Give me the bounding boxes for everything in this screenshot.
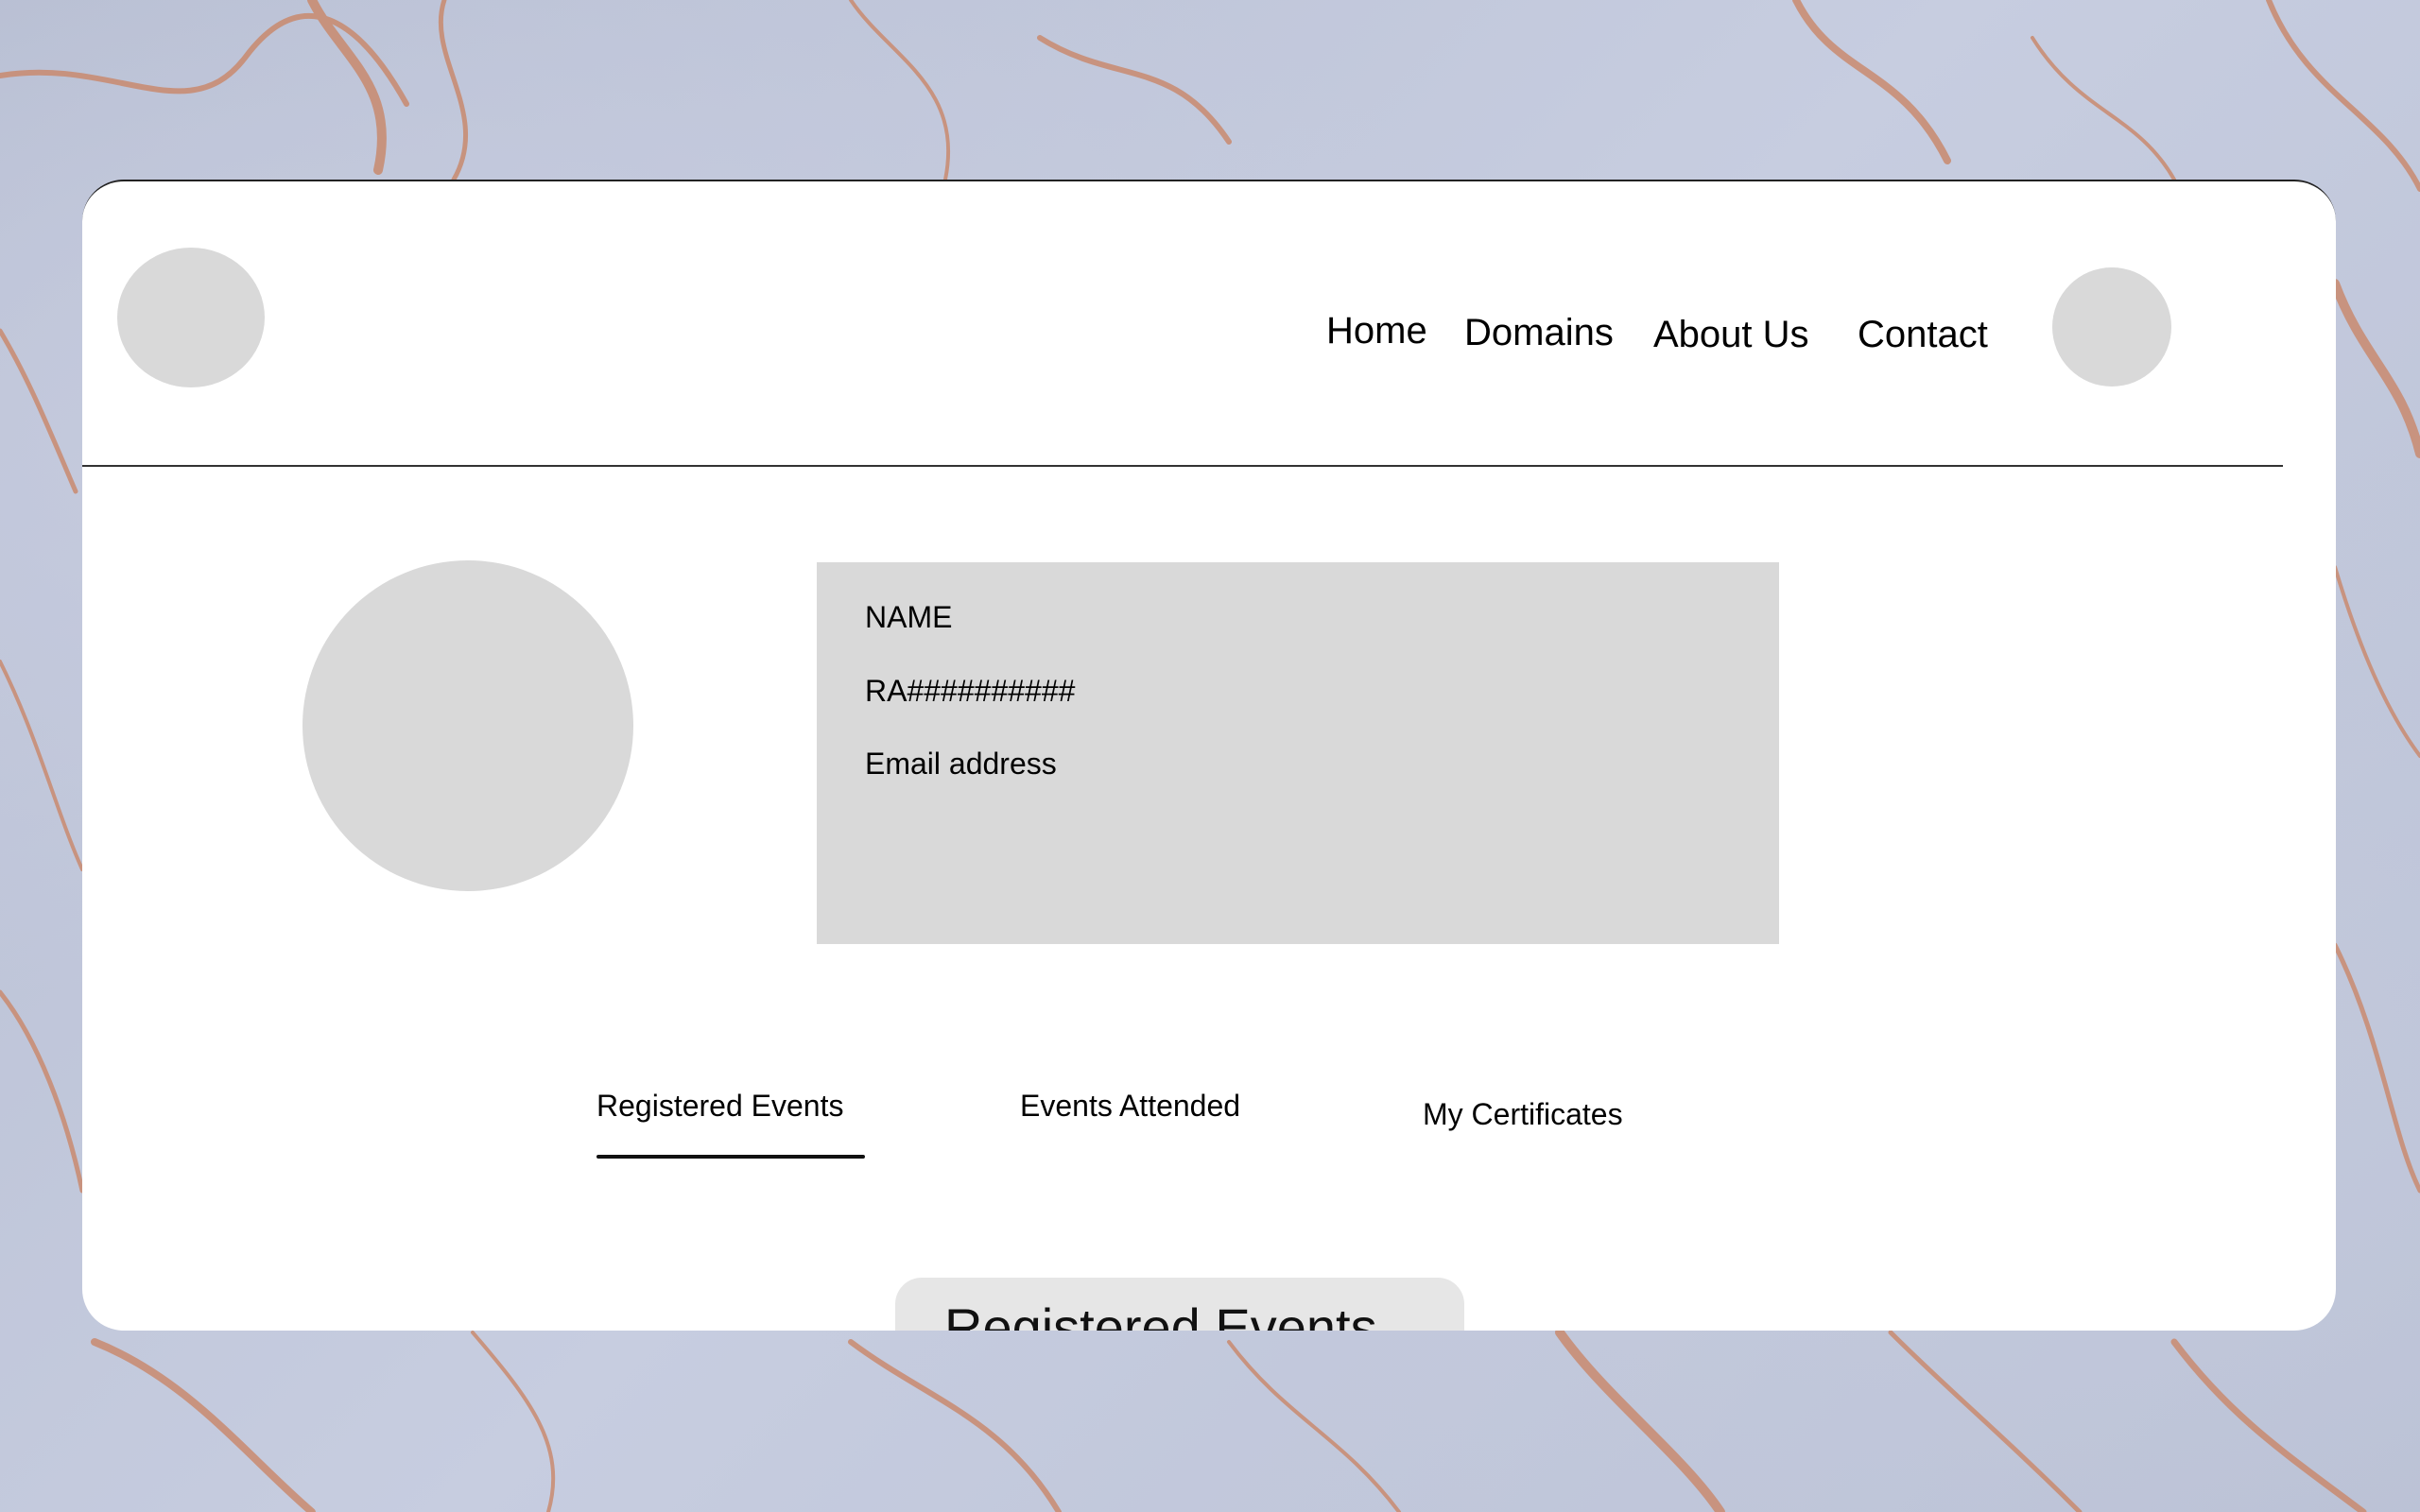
tab-events-attended[interactable]: Events Attended <box>1020 1089 1240 1124</box>
logo-placeholder[interactable] <box>117 248 265 387</box>
user-avatar-button[interactable] <box>2052 267 2171 387</box>
active-tab-indicator <box>596 1155 865 1159</box>
main-card: Home Domains About Us Contact NAME RA###… <box>82 180 2336 1331</box>
profile-name: NAME <box>865 600 953 634</box>
section-title: Registered Events <box>944 1297 1377 1331</box>
profile-info-box: NAME RA########## Email address <box>817 562 1779 944</box>
nav-home-link[interactable]: Home <box>1326 310 1427 352</box>
section-header: Registered Events <box>895 1278 1464 1331</box>
profile-picture <box>302 560 633 891</box>
header-divider <box>82 465 2283 467</box>
profile-reg-number: RA########## <box>865 674 1076 708</box>
tab-registered-events[interactable]: Registered Events <box>596 1089 843 1124</box>
nav-contact-link[interactable]: Contact <box>1858 314 1988 356</box>
tab-my-certificates[interactable]: My Certificates <box>1423 1097 1623 1132</box>
nav-about-us-link[interactable]: About Us <box>1653 314 1809 356</box>
nav-domains-link[interactable]: Domains <box>1464 312 1614 354</box>
profile-email: Email address <box>865 747 1057 781</box>
